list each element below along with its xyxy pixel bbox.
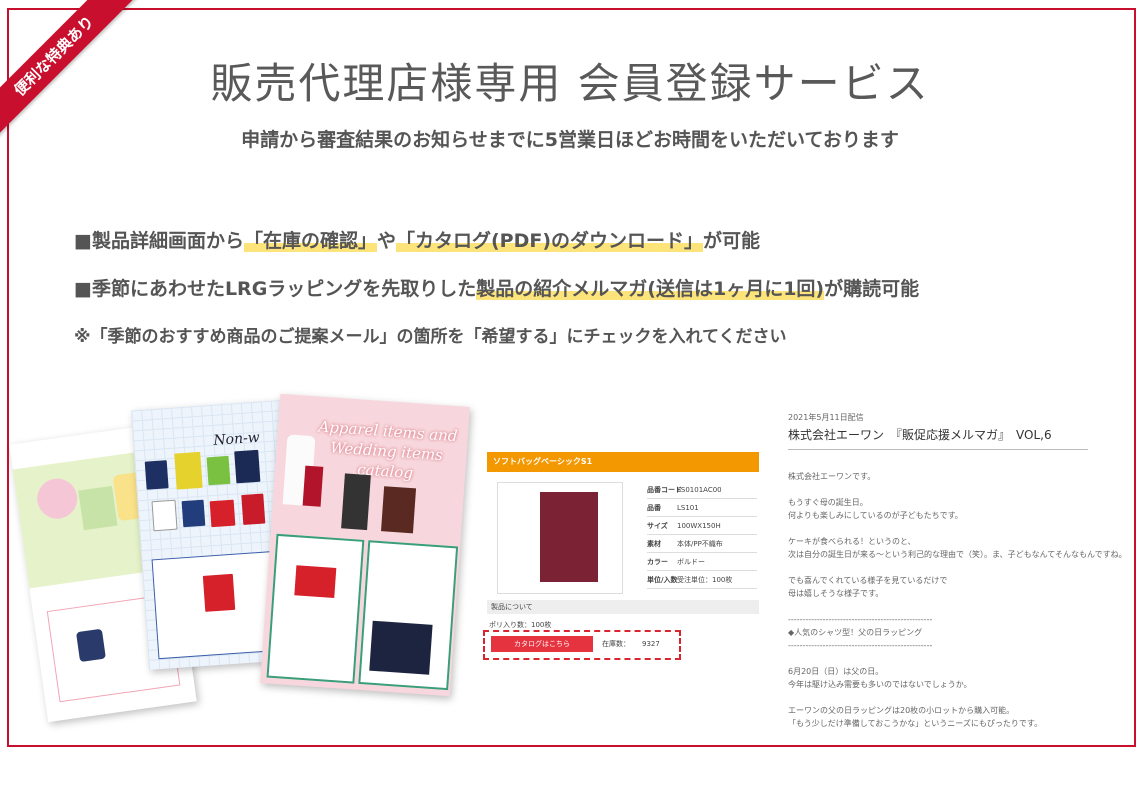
feature-text: や xyxy=(376,230,396,252)
page-subtitle: 申請から審査結果のお知らせまでに5営業日ほどお時間をいただいております xyxy=(241,129,899,151)
mail-body: 株式会社エーワンです。 もうすぐ母の誕生日。 何よりも楽しみにしているのが子ども… xyxy=(788,472,1127,728)
mail-date: 2021年5月11日配信 xyxy=(788,413,864,422)
feature-text: ■季節にあわせたLRGラッピングを先取りした xyxy=(74,278,477,300)
mail-title: 株式会社エーワン 『販促応援メルマガ』 VOL,6 xyxy=(788,426,1088,450)
feature-text: ■製品詳細画面から xyxy=(74,230,244,252)
highlight-newsletter: 製品の紹介メルマガ(送信は1ヶ月に1回) xyxy=(476,278,825,300)
product-section-heading: 製品について xyxy=(487,600,759,614)
feature-text: が購読可能 xyxy=(824,278,920,300)
catalog-download-button: カタログはこちら xyxy=(491,636,593,652)
product-detail-preview: ソフトバッグベーシックS1 品番コードLS0101AC00 品番 LS101 サイ… xyxy=(483,452,759,692)
spec-row: 品番コードLS0101AC00 xyxy=(647,482,757,499)
spec-row: サイズ 100WX150H xyxy=(647,518,757,535)
catalog-nonwoven-title: Non-w xyxy=(212,429,261,449)
stock-count: 在庫数： 9327 xyxy=(602,640,660,648)
spec-row: 素材 本体/PP不織布 xyxy=(647,536,757,553)
product-image xyxy=(497,482,623,594)
feature-stock-catalog: ■製品詳細画面から「在庫の確認」や「カタログ(PDF)のダウンロード」が可能 xyxy=(74,226,760,253)
spec-row: 品番 LS101 xyxy=(647,500,757,517)
spec-row: 単位/入数受注単位：100枚 xyxy=(647,572,757,589)
note-text: ※「季節のおすすめ商品のご提案メール」の箇所を「希望する」にチェックを入れてくだ… xyxy=(74,327,787,347)
spec-row: カラー ボルドー xyxy=(647,554,757,571)
feature-newsletter: ■季節にあわせたLRGラッピングを先取りした製品の紹介メルマガ(送信は1ヶ月に1… xyxy=(74,274,919,301)
highlight-catalog-download: 「カタログ(PDF)のダウンロード」 xyxy=(395,230,704,252)
feature-text: が可能 xyxy=(703,230,761,252)
page-title: 販売代理店様専用 会員登録サービス xyxy=(210,59,930,108)
product-bag-shape xyxy=(540,492,598,582)
catalog-image-apparel: Apparel items and Wedding items catalog xyxy=(260,393,470,697)
product-header: ソフトバッグベーシックS1 xyxy=(487,452,759,472)
product-bulk-count: ポリ入り数：100枚 xyxy=(489,621,552,629)
highlight-stock-check: 「在庫の確認」 xyxy=(243,230,377,252)
catalog-apparel-title: Apparel items and Wedding items catalog xyxy=(317,417,459,483)
